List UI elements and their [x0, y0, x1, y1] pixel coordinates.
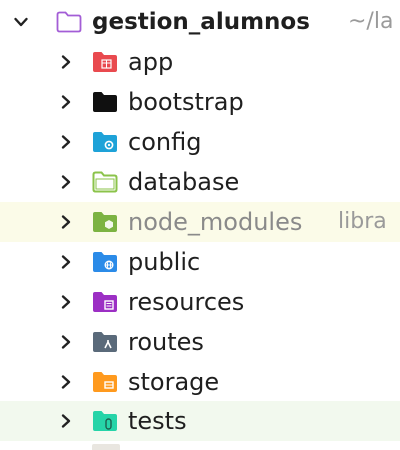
tree-item-label: tests: [128, 407, 187, 435]
tree-item-label: node_modules: [128, 208, 303, 236]
next-item-peek: [92, 444, 120, 450]
chevron-down-icon[interactable]: [13, 14, 29, 30]
chevron-right-icon[interactable]: [58, 374, 74, 390]
chevron-right-icon[interactable]: [58, 94, 74, 110]
chevron-right-icon[interactable]: [58, 54, 74, 70]
tree-item-public[interactable]: public: [0, 242, 400, 282]
chevron-right-icon[interactable]: [58, 254, 74, 270]
tree-item-label: routes: [128, 328, 204, 356]
tree-item-label: app: [128, 48, 174, 76]
tree-item-storage[interactable]: storage: [0, 362, 400, 402]
project-tree: gestion_alumnos ~/la app bootstrap config d…: [0, 0, 400, 450]
tree-item-tests[interactable]: tests: [0, 401, 400, 441]
tree-item-label: public: [128, 248, 201, 276]
library-root-hint: libra: [338, 209, 387, 234]
node-modules-folder-icon: [92, 211, 118, 233]
chevron-right-icon[interactable]: [58, 174, 74, 190]
chevron-right-icon[interactable]: [58, 413, 74, 429]
project-path: ~/la: [348, 9, 394, 34]
chevron-right-icon[interactable]: [58, 294, 74, 310]
tree-item-config[interactable]: config: [0, 122, 400, 162]
database-folder-icon: [92, 171, 118, 193]
tree-item-label: bootstrap: [128, 88, 244, 116]
tree-item-bootstrap[interactable]: bootstrap: [0, 82, 400, 122]
config-folder-icon: [92, 131, 118, 153]
tree-item-label: resources: [128, 288, 245, 316]
tree-item-resources[interactable]: resources: [0, 282, 400, 322]
chevron-right-icon[interactable]: [58, 334, 74, 350]
tree-item-app[interactable]: app: [0, 42, 400, 82]
chevron-right-icon[interactable]: [58, 134, 74, 150]
tree-item-node-modules[interactable]: node_modules libra: [0, 202, 400, 242]
resources-folder-icon: [92, 291, 118, 313]
project-root-row[interactable]: gestion_alumnos ~/la: [0, 0, 400, 44]
tree-item-routes[interactable]: routes: [0, 322, 400, 362]
project-name: gestion_alumnos: [92, 9, 310, 35]
tree-item-database[interactable]: database: [0, 162, 400, 202]
app-folder-icon: [92, 51, 118, 73]
routes-folder-icon: [92, 331, 118, 353]
bootstrap-folder-icon: [92, 91, 118, 113]
chevron-right-icon[interactable]: [58, 214, 74, 230]
public-folder-icon: [92, 251, 118, 273]
tree-item-label: config: [128, 128, 202, 156]
folder-outline-icon: [56, 11, 82, 33]
tree-item-label: storage: [128, 368, 220, 396]
tree-item-label: database: [128, 168, 240, 196]
storage-folder-icon: [92, 371, 118, 393]
tests-folder-icon: [92, 410, 118, 432]
